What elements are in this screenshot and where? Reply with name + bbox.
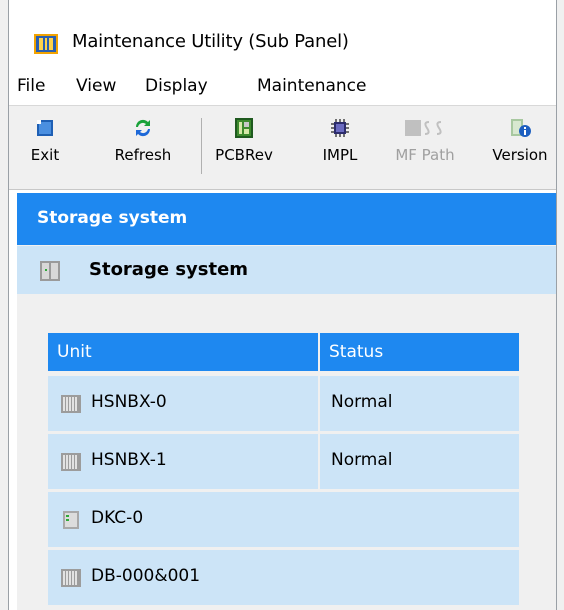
panel-header-title: Storage system	[37, 208, 188, 228]
status-cell: Normal	[320, 376, 519, 431]
window-right-edge	[556, 0, 564, 610]
refresh-button[interactable]: Refresh	[101, 116, 185, 164]
mf-path-button[interactable]: MF Path	[387, 116, 463, 164]
unit-name: DB-000&001	[91, 566, 201, 586]
column-header-unit[interactable]: Unit	[48, 333, 318, 371]
maintenance-utility-icon	[34, 34, 58, 54]
status-cell: Normal	[320, 434, 519, 489]
table-row[interactable]: HSNBX-1 Normal	[48, 434, 519, 489]
unit-cell: DKC-0	[48, 492, 519, 547]
impl-button[interactable]: IMPL	[313, 116, 367, 164]
pcb-icon	[235, 118, 253, 138]
unit-name: HSNBX-1	[91, 450, 167, 470]
version-label: Version	[492, 146, 548, 164]
unit-status: Normal	[331, 392, 393, 412]
toolbar-separator	[201, 118, 202, 174]
server-icon	[61, 395, 81, 413]
unit-status: Normal	[331, 450, 393, 470]
menu-maintenance[interactable]: Maintenance	[257, 76, 366, 96]
title-bar[interactable]: Maintenance Utility (Sub Panel)	[9, 0, 556, 68]
unit-cell: HSNBX-0	[48, 376, 318, 431]
unit-cell: HSNBX-1	[48, 434, 318, 489]
storage-system-icon	[40, 261, 60, 281]
storage-system-node[interactable]: Storage system	[17, 246, 556, 294]
menu-bar: File View Display Maintenance	[9, 72, 556, 104]
pcbrev-label: PCBRev	[215, 146, 273, 164]
table-row[interactable]: HSNBX-0 Normal	[48, 376, 519, 431]
column-header-status[interactable]: Status	[320, 333, 519, 371]
main-window: Maintenance Utility (Sub Panel) File Vie…	[0, 0, 564, 610]
table-row[interactable]: DKC-0	[48, 492, 519, 547]
window-title: Maintenance Utility (Sub Panel)	[72, 31, 349, 52]
unit-cell: DB-000&001	[48, 550, 519, 605]
pcbrev-button[interactable]: PCBRev	[209, 116, 279, 164]
exit-icon	[37, 120, 53, 136]
toolbar: Exit Refresh PCBRev IMPL MF Path Version	[9, 105, 556, 190]
window-right-border	[556, 0, 557, 610]
mf-path-label: MF Path	[395, 146, 455, 164]
column-header-status-label: Status	[329, 342, 384, 362]
controller-icon	[63, 511, 79, 529]
table-row[interactable]: DB-000&001	[48, 550, 519, 605]
menu-display[interactable]: Display	[145, 76, 208, 96]
menu-file[interactable]: File	[17, 76, 45, 96]
version-button[interactable]: Version	[485, 116, 555, 164]
chip-icon	[331, 119, 349, 137]
server-icon	[61, 569, 81, 587]
impl-label: IMPL	[322, 146, 358, 164]
unit-name: DKC-0	[91, 508, 144, 528]
exit-button[interactable]: Exit	[23, 116, 67, 164]
refresh-icon	[135, 119, 151, 137]
exit-label: Exit	[30, 146, 60, 164]
refresh-label: Refresh	[114, 146, 172, 164]
column-header-unit-label: Unit	[57, 342, 92, 362]
version-icon	[511, 119, 531, 137]
mf-path-icon	[405, 120, 442, 136]
unit-name: HSNBX-0	[91, 392, 167, 412]
menu-view[interactable]: View	[76, 76, 116, 96]
storage-system-label: Storage system	[89, 259, 249, 280]
server-icon	[61, 453, 81, 471]
panel-header: Storage system	[17, 193, 556, 245]
